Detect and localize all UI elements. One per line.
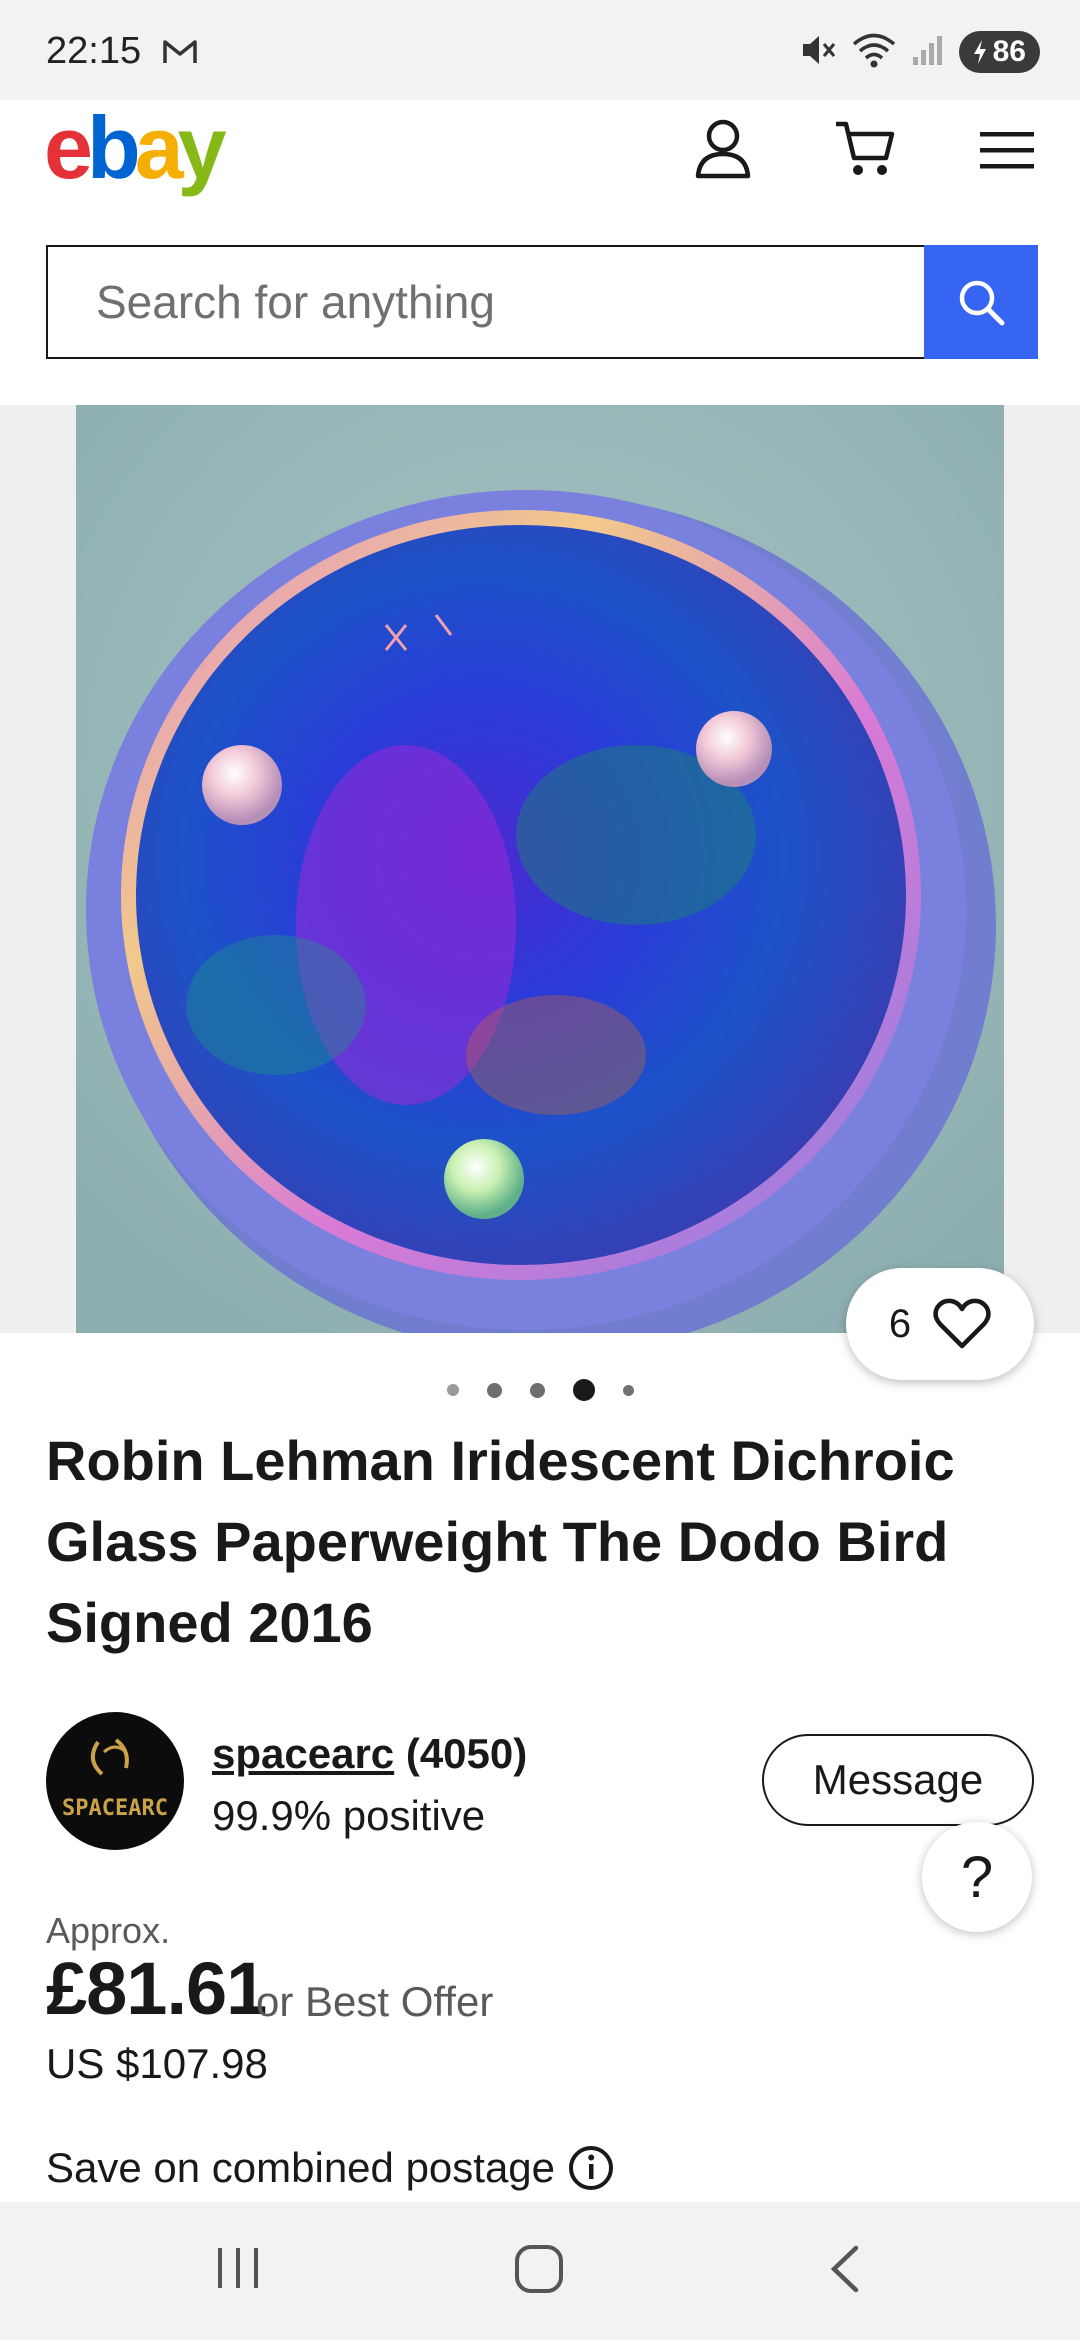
- combined-postage: Save on combined postage: [46, 2144, 615, 2192]
- home-icon[interactable]: [514, 2244, 564, 2299]
- charging-icon: [973, 40, 986, 64]
- wifi-icon: [851, 31, 897, 74]
- best-offer-label: or Best Offer: [256, 1978, 494, 2025]
- seller-name-link[interactable]: spacearc: [212, 1730, 394, 1777]
- message-button[interactable]: Message: [762, 1734, 1034, 1826]
- watch-button[interactable]: 6: [846, 1268, 1034, 1380]
- price-usd: US $107.98: [46, 2040, 268, 2087]
- account-icon[interactable]: [694, 118, 752, 185]
- menu-icon[interactable]: [980, 130, 1034, 175]
- status-icons: 86: [799, 30, 1040, 74]
- listing-title: Robin Lehman Iridescent Dichroic Glass P…: [46, 1429, 955, 1654]
- pagination-dot[interactable]: [529, 1382, 545, 1398]
- cart-icon[interactable]: [834, 118, 896, 185]
- search-icon: [959, 280, 1005, 326]
- ebay-logo[interactable]: ebay: [44, 104, 227, 192]
- product-photo[interactable]: [76, 405, 1004, 1333]
- avatar-text: SPACEARC: [62, 1796, 168, 1821]
- help-button[interactable]: ?: [922, 1822, 1032, 1932]
- price-gbp: £81.61: [46, 1947, 267, 2030]
- gmail-icon: [162, 38, 198, 71]
- back-icon[interactable]: [824, 2244, 864, 2299]
- recent-apps-icon[interactable]: [214, 2244, 262, 2297]
- signal-icon: [911, 33, 945, 72]
- heart-icon: [933, 1298, 991, 1349]
- info-icon[interactable]: [567, 2144, 615, 2192]
- search-button[interactable]: [924, 245, 1038, 359]
- seller-feedback-percent: 99.9% positive: [212, 1792, 486, 1839]
- status-time: 22:15: [46, 30, 142, 72]
- seller-feedback-count: (4050): [405, 1730, 528, 1777]
- search-box: [46, 245, 926, 359]
- pagination-dot-active[interactable]: [572, 1379, 595, 1401]
- battery-indicator: 86: [958, 31, 1040, 73]
- pagination-dot[interactable]: [622, 1384, 634, 1396]
- pagination-dot[interactable]: [486, 1382, 502, 1398]
- seller-info: spacearc (4050): [212, 1730, 527, 1778]
- seller-avatar[interactable]: SPACEARC: [46, 1712, 184, 1850]
- mute-icon: [799, 32, 837, 73]
- search-input[interactable]: [48, 247, 924, 357]
- battery-level: 86: [992, 35, 1026, 68]
- postage-label: Save on combined postage: [46, 2144, 556, 2191]
- watch-count: 6: [888, 1301, 912, 1346]
- pagination-dot[interactable]: [446, 1384, 459, 1396]
- gallery-pagination: [0, 1378, 1080, 1402]
